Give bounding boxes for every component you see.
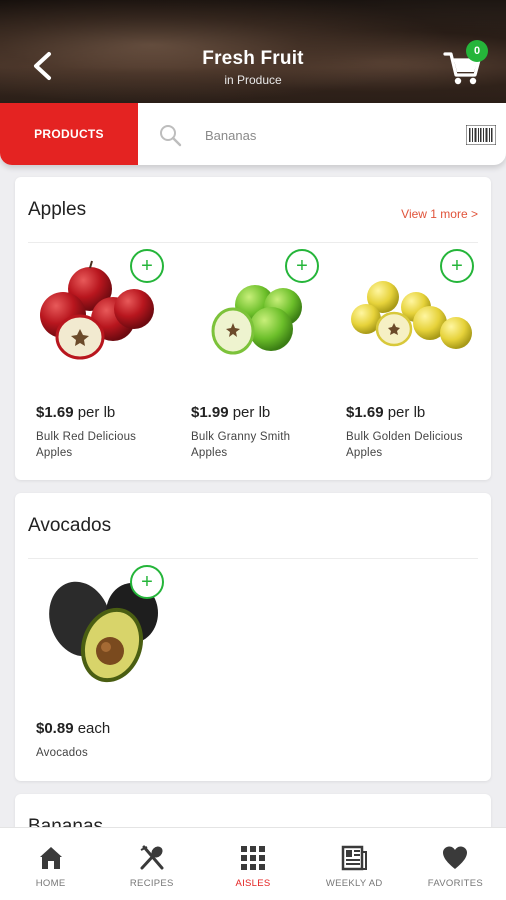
product-unit: each bbox=[77, 720, 111, 737]
product-price: $1.99 bbox=[191, 404, 229, 421]
nav-label: HOME bbox=[35, 878, 66, 889]
product-name: Bulk Golden Delicious Apples bbox=[346, 431, 463, 459]
product-unit: per lb bbox=[387, 404, 426, 421]
product-price-line: $1.69 per lb bbox=[346, 404, 425, 421]
nav-label: FAVORITES bbox=[427, 878, 484, 889]
product-card[interactable]: + $1.69 per lb Bulk Golden Delicious App… bbox=[338, 249, 488, 459]
nav-label: WEEKLY AD bbox=[325, 878, 383, 889]
product-price-line: $1.99 per lb bbox=[191, 404, 270, 421]
nav-label: AISLES bbox=[235, 878, 271, 889]
product-unit: per lb bbox=[232, 404, 271, 421]
nav-item-home[interactable]: HOME bbox=[0, 828, 101, 900]
section-title: Avocados bbox=[28, 515, 112, 536]
section-header: Avocados bbox=[28, 493, 478, 559]
add-to-cart-button[interactable]: + bbox=[285, 249, 319, 283]
product-card[interactable]: + $1.99 per lb Bulk Granny Smith Apples bbox=[183, 249, 333, 459]
product-card[interactable]: + $0.89 each Avocados bbox=[28, 565, 178, 763]
plus-icon: + bbox=[141, 571, 153, 593]
add-to-cart-button[interactable]: + bbox=[440, 249, 474, 283]
fork-spoon-icon bbox=[140, 845, 164, 870]
search-icon[interactable] bbox=[158, 123, 182, 147]
plus-icon: + bbox=[296, 255, 308, 277]
add-to-cart-button[interactable]: + bbox=[130, 565, 164, 599]
nav-item-favorites[interactable]: FAVORITES bbox=[405, 828, 506, 900]
page-subtitle: in Produce bbox=[224, 73, 282, 87]
heart-icon bbox=[443, 846, 468, 869]
nav-item-recipes[interactable]: RECIPES bbox=[101, 828, 202, 900]
product-name: Avocados bbox=[36, 747, 88, 759]
section-card-bananas: Bananas bbox=[15, 794, 491, 827]
header-titles: Fresh Fruit in Produce bbox=[0, 48, 506, 87]
barcode-scan-icon[interactable] bbox=[466, 125, 496, 145]
product-price: $1.69 bbox=[36, 404, 74, 421]
header: Fresh Fruit in Produce 0 bbox=[0, 0, 506, 112]
product-price: $0.89 bbox=[36, 720, 74, 737]
home-icon bbox=[39, 847, 62, 869]
search-input[interactable] bbox=[205, 124, 445, 146]
plus-icon: + bbox=[451, 255, 463, 277]
cart-button[interactable]: 0 bbox=[440, 40, 490, 88]
section-header: Apples View 1 more > bbox=[28, 177, 478, 243]
nav-item-aisles[interactable]: AISLES bbox=[202, 828, 303, 900]
section-title: Apples bbox=[28, 199, 87, 220]
product-name: Bulk Red Delicious Apples bbox=[36, 431, 137, 459]
nav-item-weekly-ad[interactable]: WEEKLY AD bbox=[304, 828, 405, 900]
section-card-avocados: Avocados + $0.89 each Avocados bbox=[15, 493, 491, 781]
product-price-line: $1.69 per lb bbox=[36, 404, 115, 421]
newspaper-icon bbox=[341, 845, 368, 871]
grid-icon bbox=[241, 846, 265, 870]
product-price-line: $0.89 each bbox=[36, 720, 110, 737]
bottom-nav: HOME RECIPES AISLES WEEKLY AD FAVORITES bbox=[0, 827, 506, 900]
search-bar: PRODUCTS bbox=[0, 103, 506, 165]
product-card[interactable]: + $1.69 per lb Bulk Red Delicious Apples bbox=[28, 249, 178, 459]
cart-count-badge: 0 bbox=[466, 40, 488, 62]
add-to-cart-button[interactable]: + bbox=[130, 249, 164, 283]
plus-icon: + bbox=[141, 255, 153, 277]
product-price: $1.69 bbox=[346, 404, 384, 421]
view-more-link[interactable]: View 1 more > bbox=[401, 207, 478, 221]
section-title: Bananas bbox=[28, 816, 104, 827]
section-card-apples: Apples View 1 more > + $1.69 per lb Bulk… bbox=[15, 177, 491, 480]
product-unit: per lb bbox=[77, 404, 116, 421]
section-header: Bananas bbox=[28, 794, 478, 827]
product-list: Apples View 1 more > + $1.69 per lb Bulk… bbox=[0, 165, 506, 827]
page-title: Fresh Fruit bbox=[202, 48, 304, 69]
products-tab[interactable]: PRODUCTS bbox=[0, 103, 138, 165]
nav-label: RECIPES bbox=[129, 878, 174, 889]
product-name: Bulk Granny Smith Apples bbox=[191, 431, 291, 459]
